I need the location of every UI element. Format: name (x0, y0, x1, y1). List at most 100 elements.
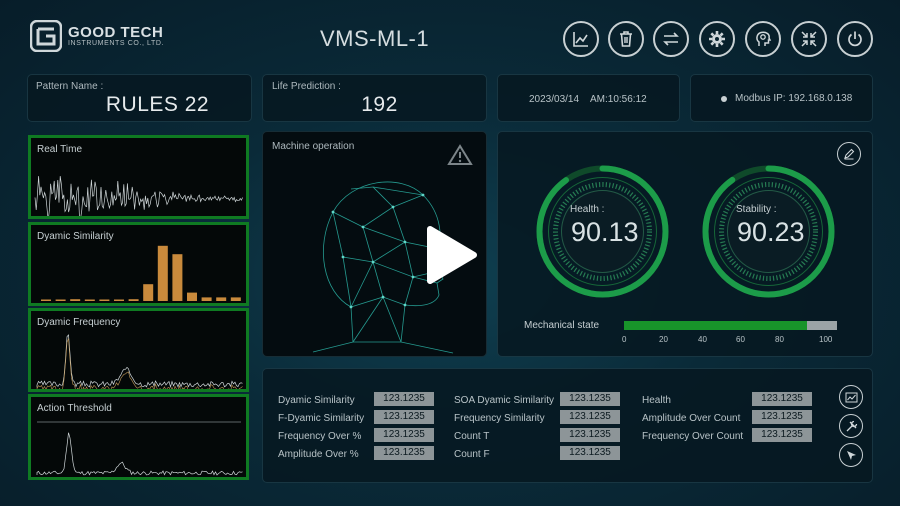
similarity-bar (172, 254, 183, 301)
mechanical-state-label: Mechanical state (524, 320, 600, 331)
power-button[interactable] (837, 21, 873, 57)
similarity-bar (114, 299, 124, 301)
collapse-button[interactable] (791, 21, 827, 57)
reading-value: 123.1235 (560, 410, 620, 424)
action-threshold-trace (36, 432, 243, 476)
action-threshold-chart: Action Threshold (28, 394, 249, 480)
scale-tick-60: 60 (736, 335, 745, 344)
similarity-bar (201, 297, 212, 301)
power-icon (848, 31, 862, 47)
health-value: 90.13 (571, 217, 639, 247)
reading-value: 123.1235 (560, 428, 620, 442)
similarity-bar (187, 292, 197, 301)
stability-label: Stability : (736, 204, 777, 215)
datetime-panel: 2023/03/14 AM:10:56:12 (497, 74, 680, 122)
similarity-bar (55, 299, 66, 301)
action-threshold-title: Action Threshold (37, 403, 112, 414)
trash-icon (620, 31, 632, 47)
reading-value: 123.1235 (752, 428, 812, 442)
brain-head-icon (756, 31, 772, 46)
reading-label: Frequency Over % (278, 431, 362, 442)
scale-tick-100: 100 (819, 335, 833, 344)
chart-icon (845, 392, 857, 402)
similarity-bar (99, 299, 110, 301)
tools-button[interactable] (839, 414, 863, 438)
life-prediction-value: 192 (361, 93, 398, 116)
scale-tick-40: 40 (698, 335, 707, 344)
real-time-title: Real Time (37, 144, 83, 155)
similarity-bar (230, 297, 241, 301)
pattern-name-panel: Pattern Name : RULES 22 (27, 74, 252, 122)
mechanical-state-fill (624, 321, 808, 330)
reading-label: Amplitude Over % (278, 449, 359, 460)
pencil-icon (844, 148, 855, 160)
life-prediction-panel: Life Prediction : 192 (262, 74, 487, 122)
reading-label: Dyamic Similarity (278, 395, 355, 406)
reading-value: 123.1235 (374, 392, 434, 406)
chart-button[interactable] (839, 385, 863, 409)
dynamic-frequency-title: Dyamic Frequency (37, 317, 121, 328)
trend-button[interactable] (563, 21, 599, 57)
dynamic-frequency-chart: Dyamic Frequency (28, 308, 249, 392)
scale-tick-20: 20 (659, 335, 668, 344)
reading-value: 123.1235 (560, 446, 620, 460)
stability-value: 90.23 (737, 217, 805, 247)
gear-icon (709, 31, 725, 47)
similarity-bar (84, 299, 95, 301)
cursor-icon (846, 450, 856, 460)
machine-operation-title: Machine operation (272, 141, 355, 152)
date-text: 2023/03/14 (529, 94, 580, 105)
reading-label: Frequency Similarity (454, 413, 545, 424)
collapse-icon (801, 31, 817, 47)
reading-value: 123.1235 (560, 392, 620, 406)
connection-dot (721, 96, 727, 102)
settings-button[interactable] (699, 21, 735, 57)
pattern-name-label: Pattern Name : (36, 81, 104, 92)
health-label: Health : (570, 204, 605, 215)
edit-button[interactable] (837, 142, 861, 166)
similarity-bar (143, 284, 154, 301)
reading-label: Health (642, 395, 671, 406)
pointer-button[interactable] (839, 443, 863, 467)
reading-label: Amplitude Over Count (642, 413, 741, 424)
mechanical-state-bar (624, 321, 837, 330)
dynamic-similarity-chart: Dyamic Similarity (28, 222, 249, 306)
pattern-name-value: RULES 22 (105, 93, 210, 116)
swap-icon (663, 32, 679, 46)
reading-value: 123.1235 (374, 446, 434, 460)
similarity-bar (157, 245, 168, 301)
company-logo-icon (29, 19, 63, 53)
scale-tick-0: 0 (622, 335, 627, 344)
tools-icon (846, 420, 857, 431)
reading-value: 123.1235 (374, 428, 434, 442)
reading-value: 123.1235 (752, 392, 812, 406)
dynamic-similarity-title: Dyamic Similarity (37, 231, 114, 242)
mechanical-scale: 0 20 40 60 80 100 (622, 335, 837, 347)
reading-label: Count T (454, 431, 490, 442)
delete-button[interactable] (608, 21, 644, 57)
company-name: GOOD TECH (68, 24, 164, 41)
reading-label: Frequency Over Count (642, 431, 744, 442)
company-subtitle: INSTRUMENTS CO., LTD. (68, 40, 165, 47)
ai-head-button[interactable] (745, 21, 781, 57)
readings-panel (262, 368, 873, 483)
dynamic-frequency-trace (36, 334, 243, 389)
time-text: AM:10:56:12 (590, 94, 647, 105)
play-video-icon[interactable] (420, 225, 480, 285)
similarity-bar (70, 299, 81, 301)
dynamic-frequency-trace-2 (36, 338, 243, 389)
modbus-ip-text: Modbus IP: 192.168.0.138 (735, 93, 853, 104)
trend-icon (573, 32, 588, 47)
modbus-panel: Modbus IP: 192.168.0.138 (690, 74, 873, 122)
reading-value: 123.1235 (752, 410, 812, 424)
reading-label: SOA Dyamic Similarity (454, 395, 555, 406)
real-time-waveform (34, 176, 243, 216)
reading-label: Count F (454, 449, 490, 460)
life-prediction-label: Life Prediction : (272, 81, 341, 92)
reading-value: 123.1235 (374, 410, 434, 424)
swap-button[interactable] (653, 21, 689, 57)
reading-label: F-Dyamic Similarity (278, 413, 365, 424)
similarity-bar (216, 297, 227, 301)
similarity-bar (41, 299, 51, 301)
real-time-chart: Real Time (28, 135, 249, 219)
